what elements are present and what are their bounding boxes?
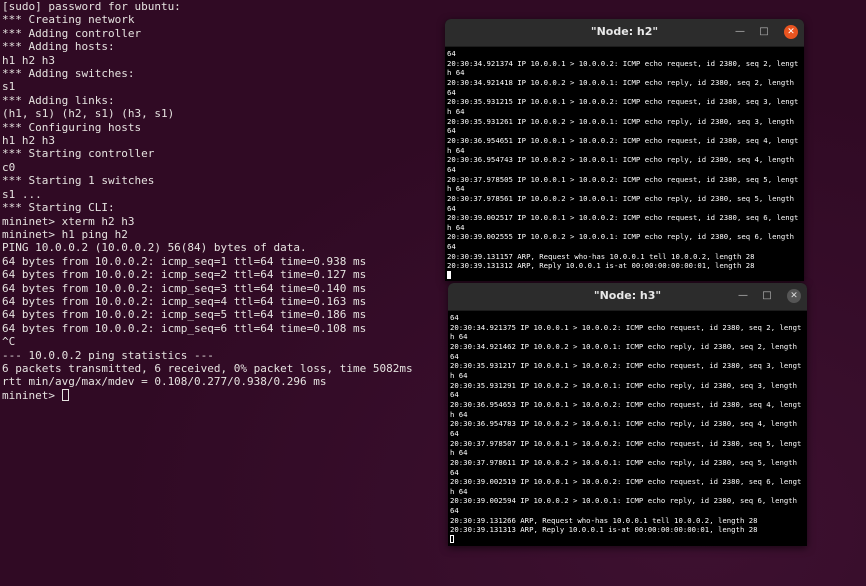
xterm-line: 64 (450, 351, 459, 361)
minimize-icon[interactable]: — (736, 289, 750, 303)
xterm-line: h 64 (450, 370, 468, 380)
terminal-line: h1 h2 h3 (2, 53, 55, 67)
xterm-line: 20:30:37.978611 IP 10.0.0.2 > 10.0.0.1: … (450, 457, 798, 467)
xterm-line: 20:30:37.978505 IP 10.0.0.1 > 10.0.0.2: … (447, 174, 799, 184)
xterm-line: 20:30:34.921375 IP 10.0.0.1 > 10.0.0.2: … (450, 322, 802, 332)
xterm-line: 20:30:35.931215 IP 10.0.0.1 > 10.0.0.2: … (447, 97, 799, 107)
xterm-line: h 64 (450, 409, 468, 419)
close-icon[interactable]: ✕ (787, 289, 801, 303)
terminal-line: mininet> xterm h2 h3 (2, 214, 135, 228)
xterm-line: 64 (450, 467, 459, 477)
xterm-line: 20:30:39.131312 ARP, Reply 10.0.0.1 is-a… (447, 261, 755, 271)
terminal-line: 64 bytes from 10.0.0.2: icmp_seq=1 ttl=6… (2, 254, 367, 268)
xterm-line: 20:30:39.002519 IP 10.0.0.1 > 10.0.0.2: … (450, 477, 802, 487)
window-title: "Node: h3" (593, 289, 662, 302)
xterm-line: 20:30:35.931217 IP 10.0.0.1 > 10.0.0.2: … (450, 361, 802, 371)
terminal-line: rtt min/avg/max/mdev = 0.108/0.277/0.938… (2, 375, 327, 389)
close-icon[interactable]: ✕ (784, 25, 798, 39)
maximize-icon[interactable]: □ (760, 289, 774, 303)
xterm-line: 20:30:34.921418 IP 10.0.0.2 > 10.0.0.1: … (447, 77, 795, 87)
terminal-line: 64 bytes from 10.0.0.2: icmp_seq=4 ttl=6… (2, 294, 367, 308)
terminal-line: *** Adding controller (2, 26, 142, 40)
xterm-line: 20:30:36.954783 IP 10.0.0.2 > 10.0.0.1: … (450, 419, 798, 429)
xterm-line: 64 (450, 428, 459, 438)
terminal-line: 64 bytes from 10.0.0.2: icmp_seq=2 ttl=6… (2, 268, 367, 282)
xterm-output: 64 20:30:34.921374 IP 10.0.0.1 > 10.0.0.… (445, 47, 804, 281)
xterm-line: 64 (447, 242, 456, 252)
terminal-line: ^C (2, 335, 16, 349)
text-cursor (450, 535, 454, 544)
terminal-line: s1 (2, 80, 16, 94)
xterm-line: 20:30:35.931261 IP 10.0.0.2 > 10.0.0.1: … (447, 116, 795, 126)
terminal-line: [sudo] password for ubuntu: (2, 0, 181, 13)
terminal-line: *** Starting controller (2, 147, 155, 161)
xterm-line: 20:30:37.978561 IP 10.0.0.2 > 10.0.0.1: … (447, 193, 795, 203)
terminal-line: *** Adding links: (2, 93, 115, 107)
xterm-line: 20:30:39.002594 IP 10.0.0.2 > 10.0.0.1: … (450, 496, 798, 506)
terminal-line: 64 bytes from 10.0.0.2: icmp_seq=5 ttl=6… (2, 308, 367, 322)
terminal-line: mininet> h1 ping h2 (2, 227, 128, 241)
terminal-line: c0 (2, 160, 16, 174)
terminal-line: s1 ... (2, 187, 42, 201)
terminal-line: 64 bytes from 10.0.0.2: icmp_seq=6 ttl=6… (2, 321, 367, 335)
xterm-line: 64 (447, 126, 456, 136)
window-title: "Node: h2" (590, 25, 659, 38)
xterm-output: 64 20:30:34.921375 IP 10.0.0.1 > 10.0.0.… (448, 311, 807, 545)
minimize-icon[interactable]: — (733, 25, 747, 39)
window-titlebar[interactable]: "Node: h2" — □ ✕ (445, 19, 804, 47)
xterm-line: 20:30:37.978507 IP 10.0.0.1 > 10.0.0.2: … (450, 438, 802, 448)
terminal-prompt[interactable]: mininet> (2, 389, 62, 402)
terminal-line: *** Creating network (2, 13, 135, 27)
xterm-line: h 64 (450, 486, 468, 496)
xterm-line: 20:30:34.921374 IP 10.0.0.1 > 10.0.0.2: … (447, 58, 799, 68)
xterm-line: 20:30:39.002517 IP 10.0.0.1 > 10.0.0.2: … (447, 213, 799, 223)
xterm-line: 20:30:34.921462 IP 10.0.0.2 > 10.0.0.1: … (450, 341, 798, 351)
xterm-window-h2[interactable]: "Node: h2" — □ ✕ 64 20:30:34.921374 IP 1… (445, 19, 804, 281)
xterm-line: 20:30:36.954653 IP 10.0.0.1 > 10.0.0.2: … (450, 399, 802, 409)
xterm-line: h 64 (447, 106, 465, 116)
xterm-line: h 64 (450, 448, 468, 458)
xterm-line: 20:30:39.131157 ARP, Request who-has 10.… (447, 251, 755, 261)
xterm-line: 20:30:39.131313 ARP, Reply 10.0.0.1 is-a… (450, 525, 758, 535)
maximize-icon[interactable]: □ (757, 25, 771, 39)
text-cursor (447, 271, 451, 280)
terminal-line: 6 packets transmitted, 6 received, 0% pa… (2, 361, 413, 375)
terminal-line: *** Starting CLI: (2, 201, 115, 215)
xterm-line: 64 (447, 49, 456, 58)
xterm-line: 64 (447, 87, 456, 97)
text-cursor (61, 388, 69, 401)
xterm-line: h 64 (447, 222, 465, 232)
terminal-line: --- 10.0.0.2 ping statistics --- (2, 348, 214, 362)
xterm-line: 20:30:36.954743 IP 10.0.0.2 > 10.0.0.1: … (447, 155, 795, 165)
xterm-line: h 64 (447, 145, 465, 155)
xterm-line: 20:30:36.954651 IP 10.0.0.1 > 10.0.0.2: … (447, 135, 799, 145)
xterm-line: 64 (450, 506, 459, 516)
terminal-line: *** Configuring hosts (2, 120, 142, 134)
terminal-line: *** Starting 1 switches (2, 174, 155, 188)
main-terminal-output: [sudo] password for ubuntu: *** Creating… (0, 0, 440, 402)
xterm-line: 64 (447, 164, 456, 174)
xterm-line: 20:30:39.131266 ARP, Request who-has 10.… (450, 515, 758, 525)
xterm-line: 20:30:35.931291 IP 10.0.0.2 > 10.0.0.1: … (450, 380, 798, 390)
xterm-window-h3[interactable]: "Node: h3" — □ ✕ 64 20:30:34.921375 IP 1… (448, 283, 807, 546)
xterm-line: h 64 (447, 184, 465, 194)
main-terminal[interactable]: [sudo] password for ubuntu: *** Creating… (0, 0, 440, 586)
window-titlebar[interactable]: "Node: h3" — □ ✕ (448, 283, 807, 311)
terminal-line: *** Adding switches: (2, 67, 135, 81)
xterm-line: 64 (450, 313, 459, 322)
terminal-line: (h1, s1) (h2, s1) (h3, s1) (2, 107, 175, 121)
terminal-line: 64 bytes from 10.0.0.2: icmp_seq=3 ttl=6… (2, 281, 367, 295)
terminal-line: PING 10.0.0.2 (10.0.0.2) 56(84) bytes of… (2, 241, 307, 255)
terminal-line: *** Adding hosts: (2, 40, 115, 54)
xterm-line: h 64 (447, 68, 465, 78)
xterm-line: h 64 (450, 332, 468, 342)
xterm-line: 64 (447, 203, 456, 213)
xterm-line: 64 (450, 390, 459, 400)
xterm-line: 20:30:39.002555 IP 10.0.0.2 > 10.0.0.1: … (447, 232, 795, 242)
terminal-line: h1 h2 h3 (2, 134, 55, 148)
